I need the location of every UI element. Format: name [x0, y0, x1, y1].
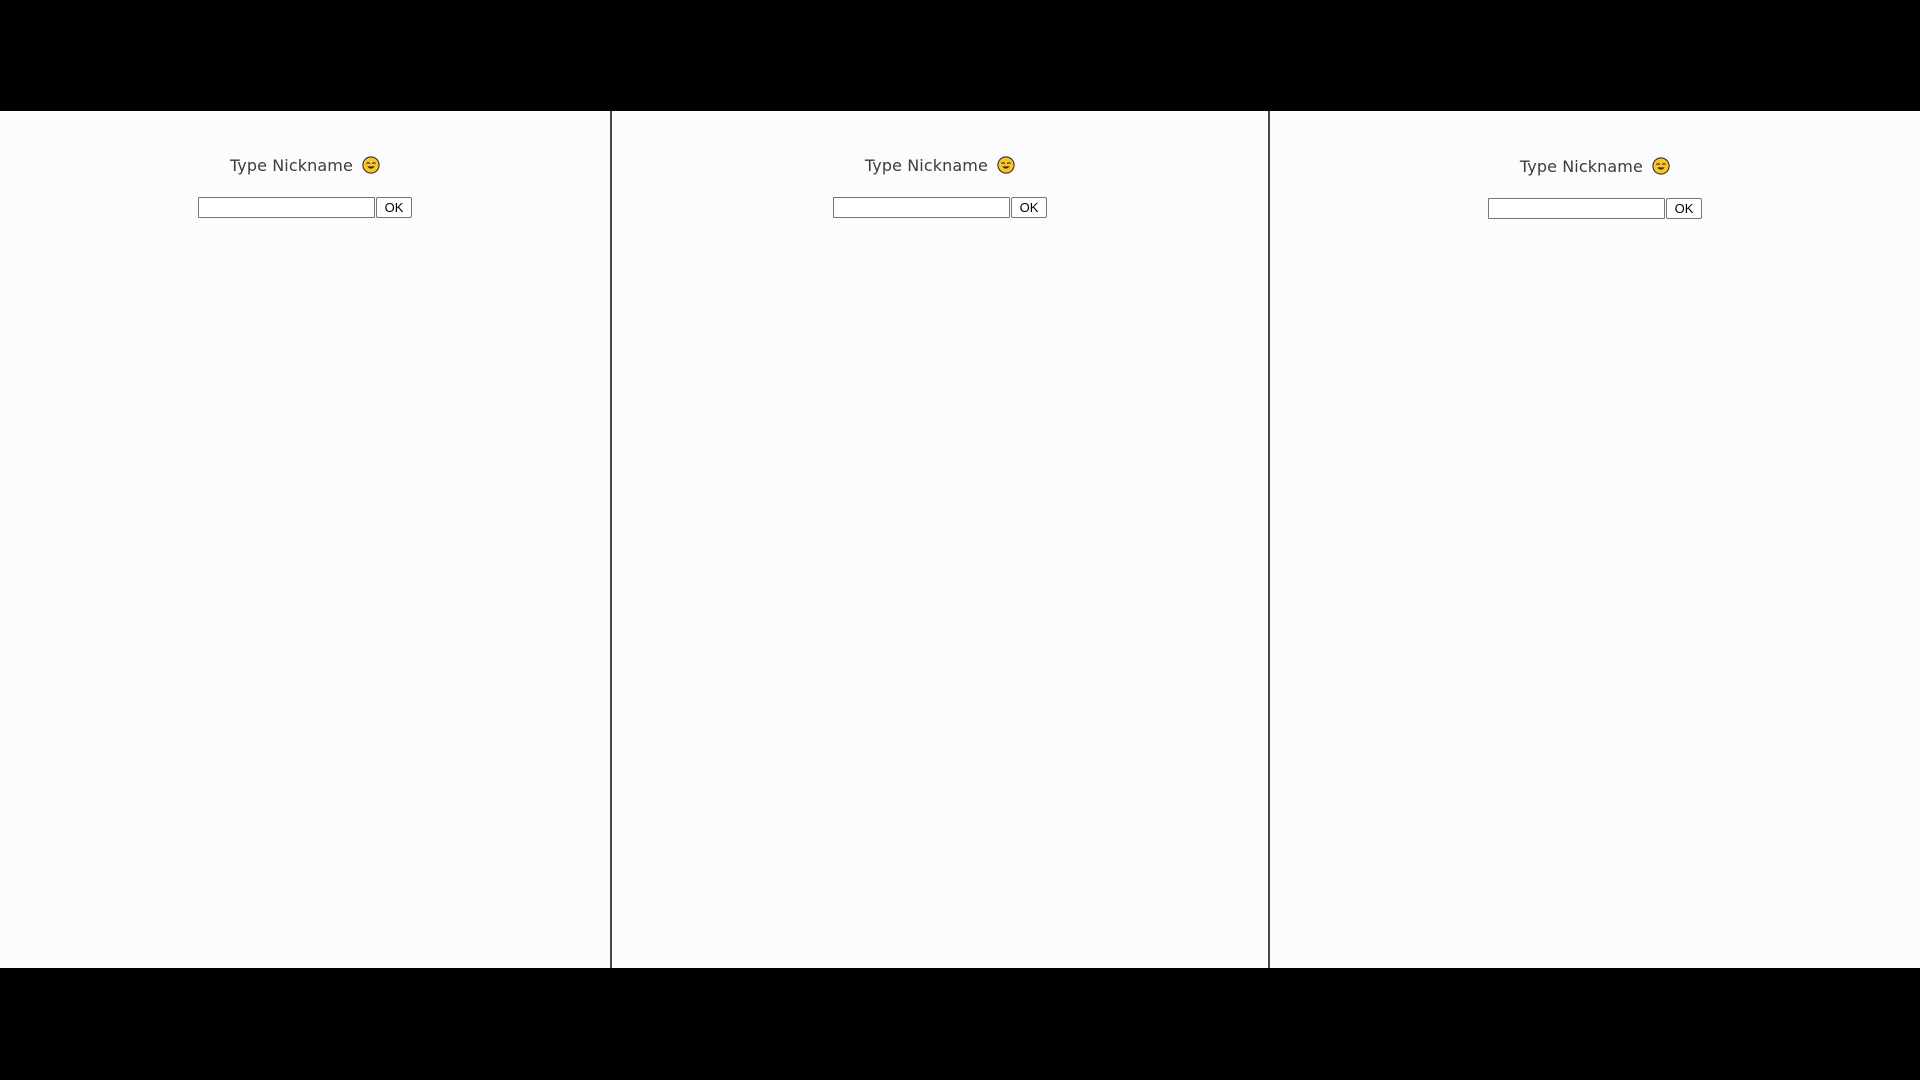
- smiling-face-icon: [1652, 157, 1670, 175]
- ok-button[interactable]: OK: [1010, 197, 1048, 218]
- nickname-form: OK: [612, 197, 1268, 218]
- nickname-input[interactable]: [1487, 198, 1665, 219]
- ok-button[interactable]: OK: [1665, 198, 1703, 219]
- nickname-prompt: Type Nickname: [612, 156, 1268, 175]
- nickname-form: OK: [0, 197, 610, 218]
- smiling-face-icon: [997, 156, 1015, 174]
- smiling-face-icon: [362, 156, 380, 174]
- browser-window-3: Type Nickname OK: [1270, 111, 1920, 968]
- browser-windows-row: Type Nickname OK Type Nickname OK Type N…: [0, 111, 1920, 968]
- nickname-prompt: Type Nickname: [0, 156, 610, 175]
- nickname-prompt: Type Nickname: [1270, 157, 1920, 176]
- nickname-input[interactable]: [832, 197, 1010, 218]
- browser-window-1: Type Nickname OK: [0, 111, 610, 968]
- ok-button[interactable]: OK: [375, 197, 413, 218]
- nickname-input[interactable]: [197, 197, 375, 218]
- prompt-text: Type Nickname: [229, 156, 353, 175]
- prompt-text: Type Nickname: [864, 156, 988, 175]
- browser-window-2: Type Nickname OK: [610, 111, 1270, 968]
- prompt-text: Type Nickname: [1519, 157, 1643, 176]
- nickname-form: OK: [1270, 198, 1920, 219]
